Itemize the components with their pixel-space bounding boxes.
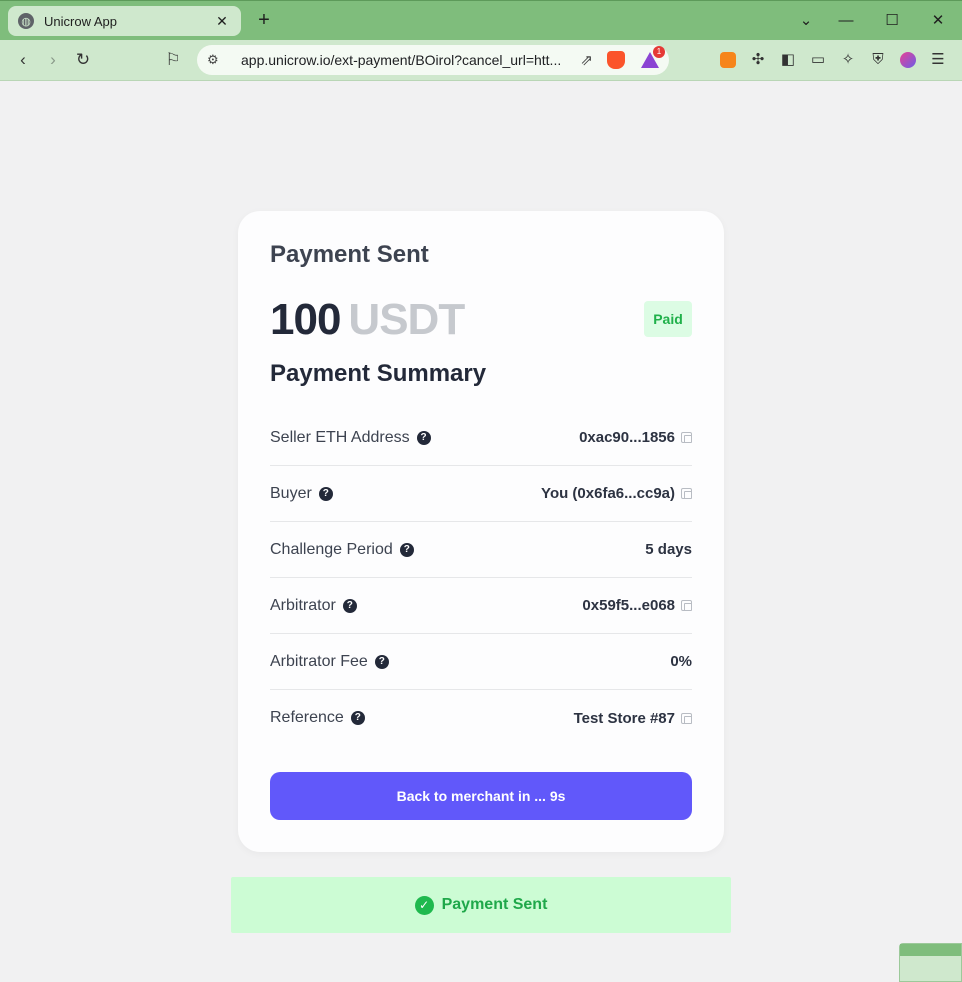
help-icon[interactable]: ?: [318, 486, 333, 501]
site-settings-icon[interactable]: ⚙: [207, 52, 225, 68]
page-title: Payment Sent: [270, 241, 429, 268]
close-tab-icon[interactable]: ✕: [213, 13, 231, 30]
profile-avatar-icon[interactable]: [898, 50, 918, 70]
rewards-badge: 1: [653, 46, 665, 58]
row-label: Reference: [270, 709, 344, 726]
back-arrow-icon[interactable]: ‹: [11, 48, 35, 72]
row-value: Test Store #87: [573, 709, 675, 727]
amount-currency: USDT: [348, 295, 465, 344]
row-value: 0x59f5...e068: [582, 597, 675, 614]
row-value: 0%: [670, 653, 692, 670]
extensions-puzzle-icon[interactable]: ✣: [748, 50, 768, 70]
bookmark-icon[interactable]: ⚐: [161, 48, 185, 72]
help-icon[interactable]: ?: [342, 598, 357, 613]
tab-title: Unicrow App: [44, 13, 117, 29]
browser-toolbar: ‹ › ↻ ⚐ ⚙ app.unicrow.io/ext-payment/BOi…: [0, 40, 962, 81]
row-challenge-period: Challenge Period? 5 days: [270, 522, 692, 578]
row-label: Challenge Period: [270, 540, 393, 558]
copy-icon[interactable]: [681, 488, 692, 499]
tab-search-chevron-icon[interactable]: ⌄: [794, 9, 818, 33]
menu-hamburger-icon[interactable]: ☰: [928, 50, 948, 70]
status-badge: Paid: [644, 301, 692, 337]
help-icon[interactable]: ?: [416, 430, 431, 445]
payment-card: Payment Sent 100 USDT Paid Payment Summar…: [238, 211, 724, 852]
row-label: Arbitrator Fee: [270, 652, 368, 670]
row-buyer: Buyer? You (0x6fa6...cc9a): [270, 466, 692, 522]
row-reference: Reference? Test Store #87: [270, 690, 692, 746]
row-label: Arbitrator: [270, 596, 336, 614]
payment-amount: 100 USDT: [270, 295, 465, 345]
row-value: 5 days: [645, 541, 692, 558]
globe-icon: ◍: [18, 13, 34, 29]
brave-rewards-icon[interactable]: 1: [641, 46, 665, 69]
minimize-icon[interactable]: —: [834, 9, 858, 33]
check-circle-icon: ✓: [414, 895, 434, 915]
row-label: Seller ETH Address: [270, 428, 410, 446]
help-icon[interactable]: ?: [399, 542, 414, 557]
help-icon[interactable]: ?: [374, 654, 389, 669]
brave-shields-icon[interactable]: [607, 51, 625, 69]
new-tab-icon[interactable]: +: [252, 9, 276, 33]
copy-icon[interactable]: [681, 712, 692, 724]
url-text[interactable]: app.unicrow.io/ext-payment/BOirol?cancel…: [241, 52, 580, 68]
row-label: Buyer: [270, 484, 312, 502]
forward-arrow-icon[interactable]: ›: [41, 48, 65, 72]
row-seller-address: Seller ETH Address? 0xac90...1856: [270, 410, 692, 466]
browser-titlebar: ◍ Unicrow App ✕ + ⌄ — ☐ ✕: [0, 0, 962, 40]
amount-value: 100: [270, 295, 341, 344]
address-bar[interactable]: ⚙ app.unicrow.io/ext-payment/BOirol?canc…: [197, 45, 669, 75]
vpn-shield-icon[interactable]: ⛨: [868, 50, 888, 70]
sidebar-icon[interactable]: ◧: [778, 50, 798, 70]
back-to-merchant-button[interactable]: Back to merchant in ... 9s: [270, 772, 692, 820]
leo-ai-icon[interactable]: ✧: [838, 50, 858, 70]
copy-icon[interactable]: [681, 600, 692, 611]
maximize-icon[interactable]: ☐: [880, 9, 904, 33]
metamask-icon[interactable]: [718, 50, 738, 70]
window-thumbnail[interactable]: [899, 943, 962, 982]
help-icon[interactable]: ?: [350, 711, 365, 725]
summary-title: Payment Summary: [270, 360, 487, 387]
row-arbitrator-fee: Arbitrator Fee? 0%: [270, 634, 692, 690]
success-toast: ✓ Payment Sent: [231, 877, 731, 933]
wallet-icon[interactable]: ▭: [808, 50, 828, 70]
close-window-icon[interactable]: ✕: [926, 9, 950, 33]
reload-icon[interactable]: ↻: [71, 48, 95, 72]
row-arbitrator: Arbitrator? 0x59f5...e068: [270, 578, 692, 634]
row-value: You (0x6fa6...cc9a): [541, 485, 675, 502]
browser-tab[interactable]: ◍ Unicrow App ✕: [8, 6, 241, 36]
summary-list: Seller ETH Address? 0xac90...1856 Buyer?…: [270, 410, 692, 746]
toast-message: Payment Sent: [441, 896, 548, 913]
share-icon[interactable]: ⇗: [580, 51, 593, 69]
copy-icon[interactable]: [681, 432, 692, 443]
row-value: 0xac90...1856: [579, 429, 675, 446]
